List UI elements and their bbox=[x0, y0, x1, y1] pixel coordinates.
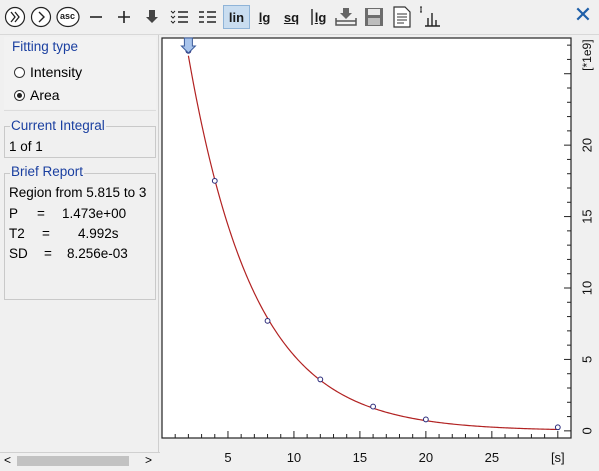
plus-icon[interactable] bbox=[116, 5, 132, 29]
lg-lg-icon[interactable]: lg bbox=[305, 5, 331, 29]
document-icon[interactable] bbox=[391, 5, 413, 29]
y-unit-label: [*1e9] bbox=[580, 39, 594, 70]
x-tick-label: 20 bbox=[419, 450, 433, 465]
close-icon[interactable]: ✕ bbox=[573, 3, 593, 27]
save-disk-icon[interactable] bbox=[362, 5, 386, 29]
radio-area-circle[interactable] bbox=[14, 89, 25, 101]
scroll-right-arrow[interactable]: > bbox=[145, 453, 152, 467]
import-tray-icon[interactable] bbox=[334, 5, 358, 29]
data-point bbox=[317, 376, 324, 383]
current-integral-value: 1 of 1 bbox=[9, 139, 43, 154]
plot-frame bbox=[161, 37, 572, 439]
list-lines-icon[interactable] bbox=[168, 5, 190, 29]
scroll-left-arrow[interactable]: < bbox=[4, 453, 11, 467]
lg-lg-label: lg bbox=[314, 9, 327, 25]
horizontal-scrollbar[interactable]: < > bbox=[0, 452, 160, 469]
toolbar: asc lin lg sq lg ✕ bbox=[0, 0, 599, 35]
data-point bbox=[554, 424, 561, 431]
arrow-down-icon[interactable] bbox=[144, 5, 160, 29]
x-tick-label: 5 bbox=[224, 450, 231, 465]
fitting-type-section: Fitting type Intensity Area bbox=[4, 37, 156, 109]
y-tick-label: 0 bbox=[579, 427, 594, 434]
list-lines-2-icon[interactable] bbox=[196, 5, 218, 29]
radio-area-label: Area bbox=[30, 87, 60, 103]
y-tick-label: 15 bbox=[579, 209, 594, 223]
report-region: Region from 5.815 to 3 bbox=[9, 185, 147, 200]
radio-intensity-circle[interactable] bbox=[14, 66, 25, 78]
x-tick-label: 10 bbox=[287, 450, 301, 465]
report-p-key: P bbox=[9, 206, 19, 221]
asc-icon[interactable]: asc bbox=[56, 5, 80, 29]
y-tick-label: 5 bbox=[579, 356, 594, 363]
lin-label: lin bbox=[228, 9, 245, 25]
report-p-value: 1.473e+00 bbox=[62, 206, 127, 221]
x-unit-label: [s] bbox=[551, 450, 565, 465]
scroll-thumb[interactable] bbox=[17, 456, 129, 466]
asc-label: asc bbox=[60, 11, 76, 21]
data-point bbox=[211, 177, 218, 184]
fitting-type-title: Fitting type bbox=[12, 39, 79, 54]
peak-bars-icon[interactable] bbox=[418, 5, 442, 29]
lg-icon[interactable]: lg bbox=[252, 5, 277, 29]
report-p-eq: = bbox=[37, 206, 45, 221]
radio-intensity[interactable]: Intensity bbox=[14, 64, 82, 80]
brief-report-title: Brief Report bbox=[10, 164, 85, 179]
report-t2-eq: = bbox=[42, 226, 50, 241]
report-t2-key: T2 bbox=[9, 226, 25, 241]
minus-icon[interactable] bbox=[88, 5, 104, 29]
side-panel: Fitting type Intensity Area Current Inte… bbox=[0, 35, 159, 455]
y-tick-label: 10 bbox=[579, 281, 594, 295]
data-point bbox=[370, 403, 376, 410]
radio-area[interactable]: Area bbox=[14, 87, 60, 103]
lg-label: lg bbox=[258, 9, 271, 25]
lin-icon[interactable]: lin bbox=[223, 5, 250, 29]
data-point bbox=[422, 416, 429, 423]
chevron-right-circle-icon[interactable] bbox=[30, 5, 52, 29]
report-sd-value: 8.256e-03 bbox=[67, 246, 128, 261]
sq-icon[interactable]: sq bbox=[279, 5, 304, 29]
radio-intensity-label: Intensity bbox=[30, 64, 83, 80]
current-integral-title: Current Integral bbox=[10, 118, 106, 133]
report-t2-value: 4.992s bbox=[78, 226, 119, 241]
plot-area[interactable]: 5 10 15 20 25 [s] 0 5 10 15 20 [*1e9] bbox=[160, 35, 599, 468]
sq-label: sq bbox=[283, 9, 300, 25]
y-tick-label: 20 bbox=[579, 138, 594, 152]
x-tick-label: 15 bbox=[353, 450, 367, 465]
data-point bbox=[264, 317, 271, 324]
decay-chart[interactable]: 5 10 15 20 25 [s] 0 5 10 15 20 [*1e9] bbox=[160, 35, 599, 468]
report-sd-eq: = bbox=[44, 246, 52, 261]
report-sd-key: SD bbox=[9, 246, 28, 261]
chevrons-down-icon[interactable] bbox=[4, 5, 26, 29]
x-tick-label: 25 bbox=[485, 450, 499, 465]
